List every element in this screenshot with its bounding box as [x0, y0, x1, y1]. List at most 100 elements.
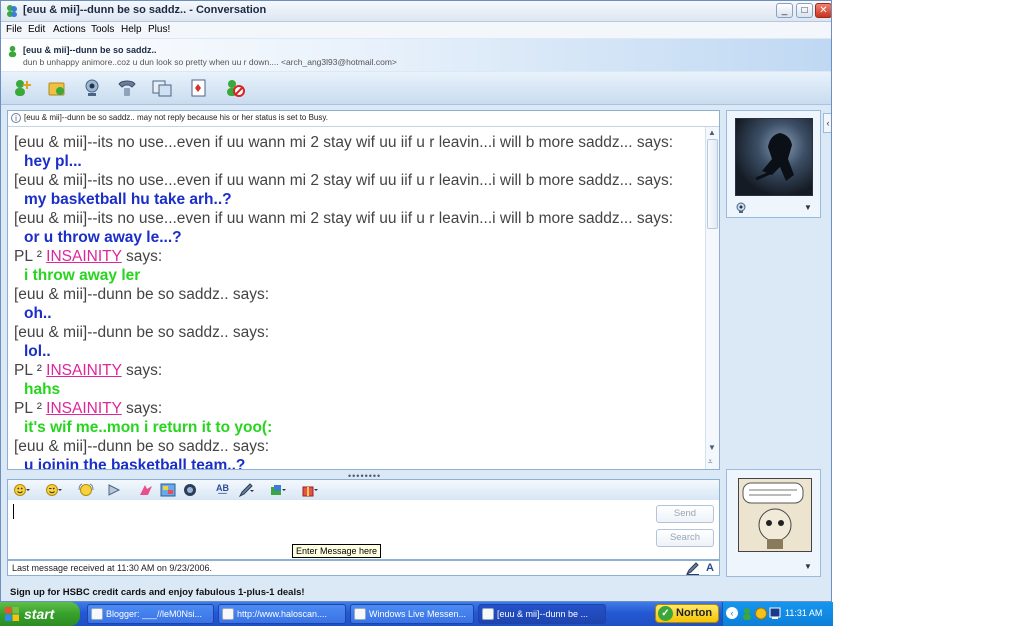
message-sender: [euu & mii]--dunn be so saddz.. says:	[14, 324, 270, 341]
webcam-icon[interactable]	[81, 78, 103, 98]
emoticon-icon[interactable]	[14, 483, 30, 497]
browser-page-icon	[91, 608, 103, 620]
handwriting-mode-icon[interactable]	[686, 562, 700, 575]
taskbar-item-blogger[interactable]: Blogger: ___//leM0Nsi...	[87, 604, 214, 624]
system-clock: 11:31 AM	[785, 608, 823, 618]
input-tooltip: Enter Message here	[292, 544, 382, 558]
conversation-scrollbar[interactable]: ▲ ▼ ⩡	[705, 127, 719, 469]
messenger-app-icon	[482, 608, 494, 620]
tray-messenger-icon[interactable]	[741, 607, 753, 620]
games-icon[interactable]	[188, 78, 210, 98]
tray-security-icon[interactable]	[755, 607, 767, 620]
typing-mode-font-icon[interactable]: A	[706, 562, 714, 574]
start-label: start	[24, 606, 55, 622]
scroll-up-arrow-icon[interactable]: ▲	[708, 128, 716, 137]
gift-icon[interactable]	[302, 483, 318, 497]
share-folder-icon[interactable]	[270, 483, 286, 497]
norton-tray-button[interactable]: ✓ Norton	[655, 604, 719, 623]
message-sender: PL ² INSAINITY says:	[14, 362, 163, 379]
message-text: or u throw away le...?	[24, 229, 182, 246]
busy-notice-text: [euu & mii]--dunn be so saddz.. may not …	[24, 113, 328, 122]
background-icon[interactable]	[160, 483, 176, 497]
norton-check-icon: ✓	[658, 606, 673, 621]
busy-notice: i [euu & mii]--dunn be so saddz.. may no…	[8, 111, 719, 127]
message-sender: [euu & mii]--its no use...even if uu wan…	[14, 134, 674, 151]
sender-nickname-link[interactable]: INSAINITY	[46, 400, 122, 417]
scroll-thumb[interactable]	[707, 139, 718, 229]
webcam-small-icon[interactable]	[735, 202, 747, 214]
advertisement-banner[interactable]: Sign up for HSBC credit cards and enjoy …	[10, 587, 305, 598]
minimize-button[interactable]: _	[776, 3, 793, 18]
send-button[interactable]: Send	[656, 505, 714, 523]
search-button[interactable]: Search	[656, 529, 714, 547]
collapse-panel-button[interactable]: ‹	[823, 113, 831, 133]
action-toolbar	[1, 72, 831, 105]
menu-actions[interactable]: Actions	[53, 24, 86, 35]
message-text: my basketball hu take arh..?	[24, 191, 232, 208]
games-shortcut-icon[interactable]	[182, 483, 198, 497]
contact-personal-message: dun b unhappy animore..coz u dun look so…	[23, 57, 397, 67]
last-message-time: Last message received at 11:30 AM on 9/2…	[12, 563, 212, 573]
my-display-picture-panel: ▼	[726, 469, 821, 577]
conversation-history[interactable]: i [euu & mii]--dunn be so saddz.. may no…	[7, 110, 720, 470]
browser-page-icon	[222, 608, 234, 620]
title-bar[interactable]: [euu & mii]--dunn be so saddz.. - Conver…	[1, 1, 831, 22]
contact-name: [euu & mii]--dunn be so saddz..	[23, 45, 157, 55]
scroll-end-icon[interactable]: ⩡	[708, 457, 713, 467]
menu-plus[interactable]: Plus!	[148, 24, 170, 35]
close-button[interactable]: ✕	[815, 3, 831, 18]
message-text: u joinin the basketball team..?	[24, 457, 246, 470]
message-sender: PL ² INSAINITY says:	[14, 400, 163, 417]
wink-icon[interactable]	[46, 483, 62, 497]
contact-display-picture-panel: ▼	[726, 110, 821, 218]
maximize-button[interactable]: □	[796, 3, 813, 18]
messenger-window: [euu & mii]--dunn be so saddz.. - Conver…	[0, 0, 832, 602]
messenger-app-icon	[354, 608, 366, 620]
info-icon: i	[11, 113, 21, 123]
taskbar-item-haloscan[interactable]: http://www.haloscan....	[218, 604, 346, 624]
message-text: i throw away ler	[24, 267, 141, 284]
message-sender: [euu & mii]--dunn be so saddz.. says:	[14, 286, 270, 303]
contact-display-picture[interactable]	[735, 118, 813, 196]
tray-expand-icon[interactable]: ‹	[726, 607, 738, 619]
menu-tools[interactable]: Tools	[91, 24, 114, 35]
messenger-buddy-icon	[7, 5, 17, 17]
tray-network-icon[interactable]	[769, 607, 781, 620]
taskbar-item-messenger[interactable]: Windows Live Messen...	[350, 604, 474, 624]
system-tray: ‹ 11:31 AM	[722, 602, 833, 626]
message-text: hey pl...	[24, 153, 82, 170]
message-sender: [euu & mii]--its no use...even if uu wan…	[14, 210, 674, 227]
menu-file[interactable]: File	[6, 24, 22, 35]
handwriting-pen-icon[interactable]	[238, 483, 254, 497]
my-display-picture[interactable]	[738, 478, 812, 552]
picture-options-dropdown-icon[interactable]: ▼	[804, 203, 812, 212]
contact-header: [euu & mii]--dunn be so saddz.. dun b un…	[1, 39, 831, 71]
menu-edit[interactable]: Edit	[28, 24, 45, 35]
block-contact-icon[interactable]	[224, 78, 246, 98]
send-files-icon[interactable]	[46, 78, 68, 98]
invite-contact-icon[interactable]	[11, 78, 33, 98]
activities-icon[interactable]	[151, 78, 173, 98]
windows-taskbar: start Blogger: ___//leM0Nsi... http://ww…	[0, 602, 833, 626]
message-sender: [euu & mii]--its no use...even if uu wan…	[14, 172, 674, 189]
message-sender: [euu & mii]--dunn be so saddz.. says:	[14, 438, 270, 455]
window-title: [euu & mii]--dunn be so saddz.. - Conver…	[23, 4, 267, 16]
sender-nickname-link[interactable]: INSAINITY	[46, 248, 122, 265]
voice-clip-icon[interactable]	[78, 483, 94, 497]
status-bar: Last message received at 11:30 AM on 9/2…	[7, 560, 720, 576]
nudge-icon[interactable]	[106, 483, 122, 497]
sender-nickname-link[interactable]: INSAINITY	[46, 362, 122, 379]
message-text: oh..	[24, 305, 52, 322]
wink-animation-icon[interactable]	[138, 483, 154, 497]
scroll-down-arrow-icon[interactable]: ▼	[708, 443, 716, 452]
font-style-icon[interactable]: A͟B	[216, 483, 229, 493]
my-picture-options-dropdown-icon[interactable]: ▼	[804, 562, 812, 571]
call-icon[interactable]	[116, 78, 138, 98]
cartoon-doll-icon	[739, 479, 811, 551]
taskbar-item-conversation[interactable]: [euu & mii]--dunn be ...	[478, 604, 606, 624]
menu-help[interactable]: Help	[121, 24, 142, 35]
formatting-toolbar: A͟B	[7, 479, 720, 501]
start-button[interactable]: start	[0, 602, 80, 626]
message-sender: PL ² INSAINITY says:	[14, 248, 163, 265]
message-text: lol..	[24, 343, 51, 360]
